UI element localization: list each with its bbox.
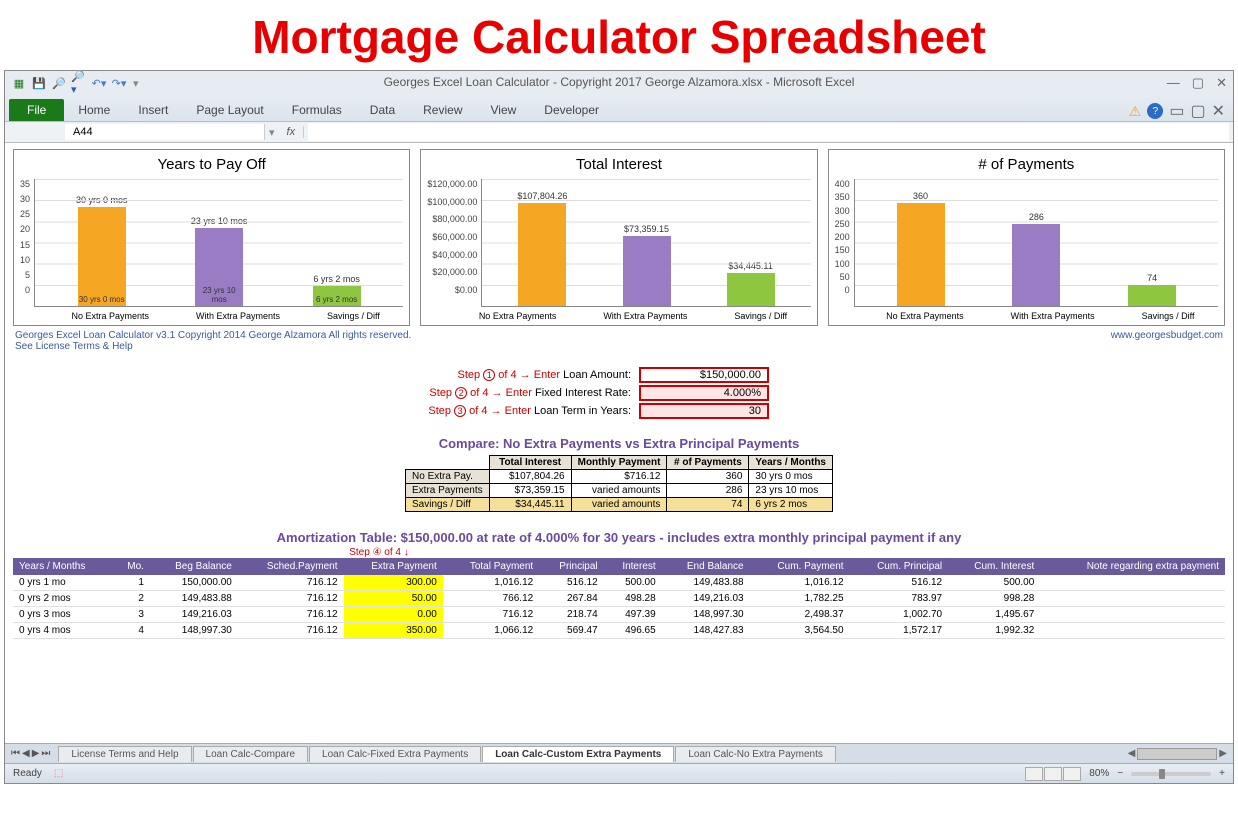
save-icon[interactable]: 💾: [31, 75, 47, 91]
window-title: Georges Excel Loan Calculator - Copyrigh…: [5, 75, 1233, 89]
amortization-table: Years / MonthsMo.Beg BalanceSched.Paymen…: [13, 558, 1225, 639]
warning-icon[interactable]: ⚠: [1129, 103, 1142, 120]
excel-icon: ▦: [11, 75, 27, 91]
excel-window: ▦ 💾 🔎 🔎▾ ↶▾ ↷▾ ▾ Georges Excel Loan Calc…: [4, 70, 1234, 784]
chart-1: Total Interest$120,000.00$100,000.00$80,…: [420, 149, 817, 326]
tab-nav-last-icon[interactable]: ⏭: [41, 748, 50, 759]
amortization-title: Amortization Table: $150,000.00 at rate …: [13, 512, 1225, 547]
sheet-tab-3[interactable]: Loan Calc-Custom Extra Payments: [482, 746, 674, 762]
page-banner: Mortgage Calculator Spreadsheet: [0, 0, 1238, 70]
view-page-layout-icon[interactable]: [1044, 767, 1062, 781]
tab-nav-prev-icon[interactable]: ◀: [22, 748, 30, 759]
compare-title: Compare: No Extra Payments vs Extra Prin…: [13, 420, 1225, 455]
fx-icon[interactable]: fx: [279, 126, 305, 138]
formula-bar-row: A44 ▾ fx: [5, 121, 1233, 143]
undo-icon[interactable]: ↶▾: [91, 75, 107, 91]
help-icon[interactable]: ?: [1147, 103, 1163, 119]
close-icon[interactable]: ✕: [1216, 75, 1227, 91]
sheet-content: Years to Pay Off3530252015105030 yrs 0 m…: [5, 143, 1233, 743]
step4-label: Step ④ of 4 ↓: [5, 547, 1225, 558]
redo-icon[interactable]: ↷▾: [111, 75, 127, 91]
ribbon-restore-icon[interactable]: ▢: [1190, 101, 1205, 121]
sheet-tab-2[interactable]: Loan Calc-Fixed Extra Payments: [309, 746, 481, 762]
ribbon-tabs: File Home Insert Page Layout Formulas Da…: [5, 95, 1233, 121]
hscroll-left-icon[interactable]: ◀: [1128, 748, 1136, 759]
input-steps: Step 1 of 4 → Enter Loan Amount: $150,00…: [359, 366, 879, 420]
charts-row: Years to Pay Off3530252015105030 yrs 0 m…: [13, 149, 1225, 326]
zoom-percent[interactable]: 80%: [1089, 768, 1109, 779]
interest-rate-input[interactable]: 4.000%: [639, 385, 769, 401]
sheet-tab-4[interactable]: Loan Calc-No Extra Payments: [675, 746, 836, 762]
sheet-tabs: ⏮ ◀ ▶ ⏭ License Terms and HelpLoan Calc-…: [5, 743, 1233, 763]
minimize-icon[interactable]: —: [1167, 75, 1180, 91]
ribbon-close-icon[interactable]: ✕: [1212, 101, 1225, 121]
tab-insert[interactable]: Insert: [124, 99, 182, 121]
zoom-slider[interactable]: [1131, 772, 1211, 776]
find2-icon[interactable]: 🔎▾: [71, 75, 87, 91]
hscroll-right-icon[interactable]: ▶: [1219, 748, 1227, 759]
chart-0: Years to Pay Off3530252015105030 yrs 0 m…: [13, 149, 410, 326]
sheet-tab-1[interactable]: Loan Calc-Compare: [193, 746, 309, 762]
tab-formulas[interactable]: Formulas: [278, 99, 356, 121]
ribbon-minimize-icon[interactable]: ▭: [1169, 101, 1184, 121]
restore-icon[interactable]: ▢: [1192, 75, 1204, 91]
tab-developer[interactable]: Developer: [530, 99, 613, 121]
name-box[interactable]: A44: [65, 124, 265, 140]
website-link[interactable]: www.georgesbudget.com: [1111, 330, 1223, 352]
view-page-break-icon[interactable]: [1063, 767, 1081, 781]
tab-data[interactable]: Data: [356, 99, 409, 121]
find-icon[interactable]: 🔎: [51, 75, 67, 91]
tab-nav-first-icon[interactable]: ⏮: [11, 748, 20, 759]
compare-table: Total InterestMonthly Payment# of Paymen…: [405, 455, 833, 512]
zoom-in-icon[interactable]: +: [1219, 768, 1225, 779]
qat-customize-icon[interactable]: ▾: [133, 77, 139, 90]
tab-review[interactable]: Review: [409, 99, 476, 121]
status-bar: Ready ⬚ 80% − +: [5, 763, 1233, 783]
tab-home[interactable]: Home: [64, 99, 124, 121]
loan-term-input[interactable]: 30: [639, 403, 769, 419]
zoom-out-icon[interactable]: −: [1117, 768, 1123, 779]
sheet-tab-0[interactable]: License Terms and Help: [58, 746, 191, 762]
loan-amount-input[interactable]: $150,000.00: [639, 367, 769, 383]
tab-page-layout[interactable]: Page Layout: [182, 99, 277, 121]
formula-bar[interactable]: [308, 123, 1229, 141]
tab-file[interactable]: File: [9, 99, 64, 121]
macro-record-icon[interactable]: ⬚: [54, 768, 63, 779]
quick-access-toolbar: ▦ 💾 🔎 🔎▾ ↶▾ ↷▾ ▾ Georges Excel Loan Calc…: [5, 71, 1233, 95]
tab-view[interactable]: View: [477, 99, 531, 121]
namebox-dropdown-icon[interactable]: ▾: [265, 126, 279, 139]
chart-2: # of Payments400350300250200150100500360…: [828, 149, 1225, 326]
horizontal-scrollbar[interactable]: [1137, 748, 1217, 760]
view-normal-icon[interactable]: [1025, 767, 1043, 781]
copyright-left: Georges Excel Loan Calculator v3.1 Copyr…: [15, 330, 411, 352]
tab-nav-next-icon[interactable]: ▶: [32, 748, 40, 759]
status-ready: Ready: [13, 768, 42, 779]
